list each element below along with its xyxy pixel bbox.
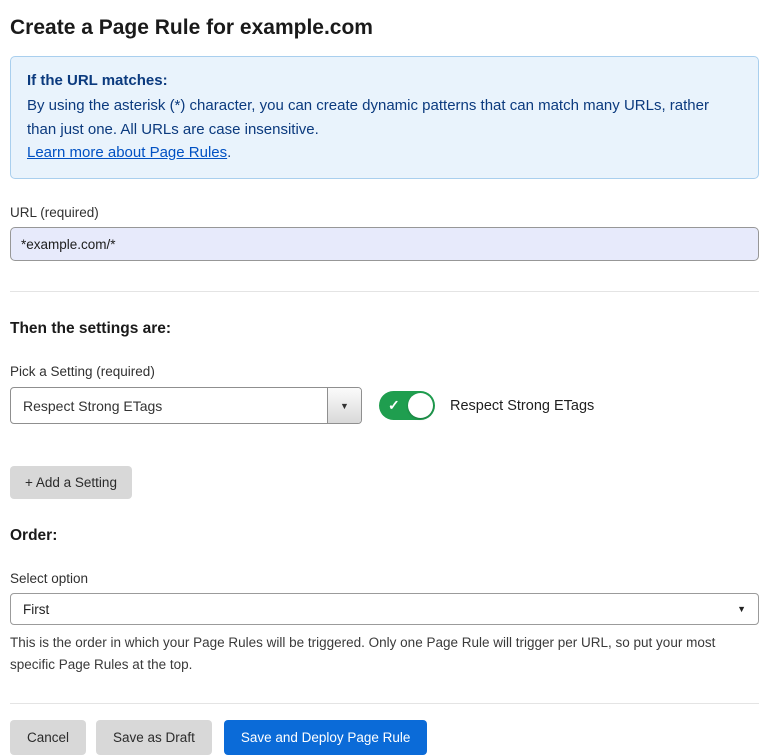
setting-select-value: Respect Strong ETags <box>11 388 327 423</box>
pick-setting-label: Pick a Setting (required) <box>10 364 759 379</box>
page-rule-form: Create a Page Rule for example.com If th… <box>0 0 769 755</box>
order-help-text: This is the order in which your Page Rul… <box>10 632 755 675</box>
page-title: Create a Page Rule for example.com <box>10 16 759 40</box>
url-field-label: URL (required) <box>10 205 759 220</box>
url-input[interactable] <box>10 227 759 261</box>
setting-row: Respect Strong ETags ▼ ✓ Respect Strong … <box>10 387 759 424</box>
order-heading: Order: <box>10 527 759 545</box>
link-suffix: . <box>227 144 231 161</box>
add-setting-button[interactable]: + Add a Setting <box>10 466 132 499</box>
footer-divider <box>10 703 759 704</box>
info-box-link-line: Learn more about Page Rules. <box>27 141 742 164</box>
toggle-label: Respect Strong ETags <box>450 398 594 414</box>
order-select[interactable]: First ▼ <box>10 593 759 625</box>
etags-toggle[interactable]: ✓ <box>379 391 435 420</box>
url-match-info-box: If the URL matches: By using the asteris… <box>10 56 759 179</box>
action-buttons: Cancel Save as Draft Save and Deploy Pag… <box>10 720 759 755</box>
toggle-knob <box>408 393 433 418</box>
info-box-heading: If the URL matches: <box>27 69 742 92</box>
check-icon: ✓ <box>388 397 400 414</box>
section-divider <box>10 291 759 292</box>
setting-select[interactable]: Respect Strong ETags ▼ <box>10 387 362 424</box>
chevron-down-icon: ▼ <box>340 401 349 411</box>
save-deploy-button[interactable]: Save and Deploy Page Rule <box>224 720 428 755</box>
save-draft-button[interactable]: Save as Draft <box>96 720 212 755</box>
settings-heading: Then the settings are: <box>10 320 759 338</box>
caret-down-icon: ▼ <box>737 604 746 614</box>
info-box-body: By using the asterisk (*) character, you… <box>27 94 742 141</box>
setting-select-arrow-button[interactable]: ▼ <box>327 388 361 423</box>
cancel-button[interactable]: Cancel <box>10 720 86 755</box>
order-select-label: Select option <box>10 571 759 586</box>
learn-more-link[interactable]: Learn more about Page Rules <box>27 144 227 161</box>
order-select-value: First <box>23 602 49 617</box>
